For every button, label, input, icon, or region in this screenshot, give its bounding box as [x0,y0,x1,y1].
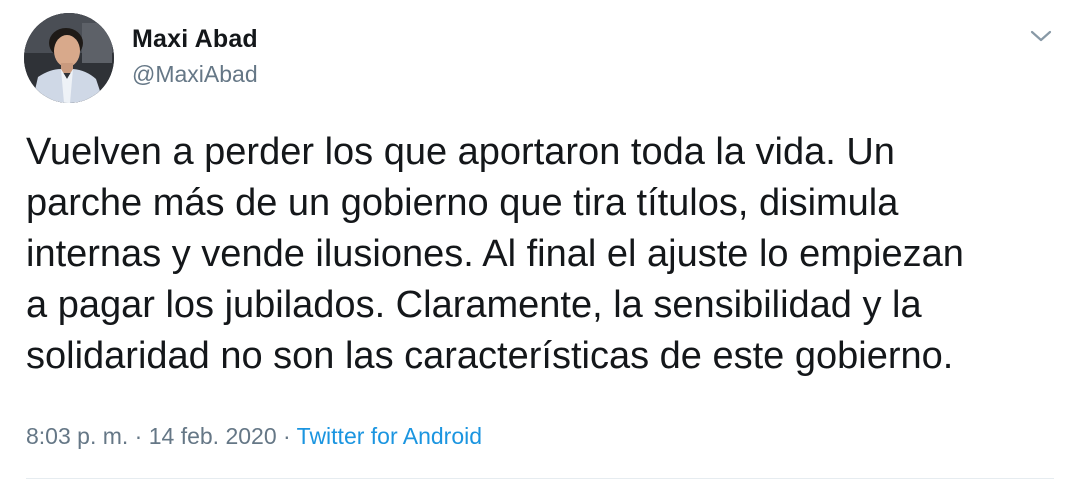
tweet-text-line: parche más de un gobierno que tira títul… [26,182,899,224]
tweet-text-line: internas y vende ilusiones. Al final el … [26,233,964,275]
chevron-down-icon[interactable] [1028,26,1054,46]
user-handle[interactable]: @MaxiAbad [132,60,258,88]
tweet-meta: 8:03 p. m. · 14 feb. 2020 · Twitter for … [26,420,482,452]
tweet-time[interactable]: 8:03 p. m. [26,423,128,449]
tweet-text-line: solidaridad no son las características d… [26,335,954,377]
tweet-text: Vuelven a perder los que aportaron toda … [26,127,1066,382]
tweet-card: Maxi Abad @MaxiAbad Vuelven a perder los… [0,0,1080,481]
tweet-text-line: Vuelven a perder los que aportaron toda … [26,131,895,173]
divider [26,478,1054,479]
avatar-photo [24,13,114,103]
meta-separator: · [128,423,149,449]
tweet-source-link[interactable]: Twitter for Android [297,423,482,449]
author-block[interactable]: Maxi Abad @MaxiAbad [132,24,258,88]
display-name[interactable]: Maxi Abad [132,24,258,54]
tweet-text-line: a pagar los jubilados. Claramente, la se… [26,284,922,326]
meta-separator: · [276,423,297,449]
tweet-date[interactable]: 14 feb. 2020 [149,423,277,449]
avatar[interactable] [24,13,114,103]
